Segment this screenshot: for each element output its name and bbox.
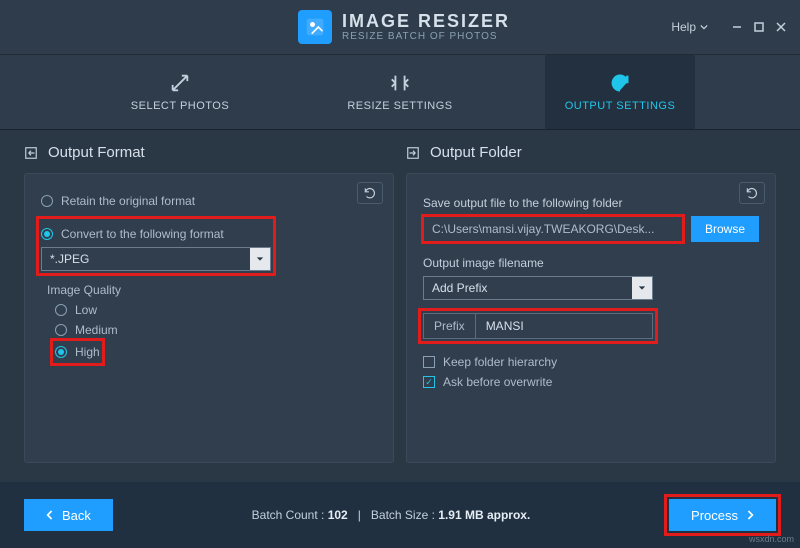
radio-quality-medium[interactable]: Medium [55,323,377,337]
checkbox-keep-hierarchy[interactable]: Keep folder hierarchy [423,355,759,369]
undo-icon [745,186,759,200]
tab-output-settings[interactable]: OUTPUT SETTINGS [545,55,695,129]
process-button[interactable]: Process [669,499,776,531]
radio-icon [55,324,67,336]
prefix-input[interactable]: MANSI [476,319,534,333]
save-to-label: Save output file to the following folder [423,196,759,210]
radio-icon [41,195,53,207]
checkbox-icon [423,356,435,368]
chevron-down-icon [632,277,652,299]
radio-convert-format[interactable]: Convert to the following format [41,227,271,241]
chevron-down-icon [250,248,270,270]
watermark: wsxdn.com [749,534,794,544]
tab-resize-settings[interactable]: RESIZE SETTINGS [325,55,475,129]
radio-quality-low[interactable]: Low [55,303,377,317]
chevron-left-icon [46,510,54,520]
output-path-input[interactable]: C:\Users\mansi.vijay.TWEAKORG\Desk... [423,216,683,242]
panel-title: Output Folder [430,144,522,161]
panel-title: Output Format [48,144,145,161]
chevron-right-icon [746,510,754,520]
reset-format-button[interactable] [357,182,383,204]
back-button[interactable]: Back [24,499,113,531]
export-icon [24,146,38,160]
logo-icon [298,10,332,44]
undo-icon [363,186,377,200]
footer-bar: Back Batch Count : 102 | Batch Size : 1.… [0,482,800,548]
reset-folder-button[interactable] [739,182,765,204]
app-title: IMAGE RESIZER [342,12,510,32]
browse-button[interactable]: Browse [691,216,759,242]
filename-mode-select[interactable]: Add Prefix [423,276,653,300]
filename-label: Output image filename [423,256,759,270]
output-format-panel: Output Format Retain the original format… [24,144,394,463]
batch-info: Batch Count : 102 | Batch Size : 1.91 MB… [113,508,669,522]
checkbox-icon: ✓ [423,376,435,388]
step-tabs: SELECT PHOTOS RESIZE SETTINGS OUTPUT SET… [0,54,800,130]
close-button[interactable] [770,16,792,38]
resize-icon [389,72,411,94]
checkbox-ask-overwrite[interactable]: ✓ Ask before overwrite [423,375,759,389]
radio-icon [55,304,67,316]
minimize-button[interactable] [726,16,748,38]
prefix-label: Prefix [424,314,476,338]
output-folder-panel: Output Folder Save output file to the fo… [406,144,776,463]
tab-select-photos[interactable]: SELECT PHOTOS [105,55,255,129]
app-logo: IMAGE RESIZER RESIZE BATCH OF PHOTOS [298,10,510,44]
app-subtitle: RESIZE BATCH OF PHOTOS [342,31,510,42]
radio-icon [55,346,67,358]
radio-quality-high[interactable]: High [55,345,100,359]
folder-export-icon [406,146,420,160]
prefix-input-row: Prefix MANSI [423,313,653,339]
titlebar: IMAGE RESIZER RESIZE BATCH OF PHOTOS Hel… [0,0,800,54]
radio-retain-format[interactable]: Retain the original format [41,194,377,208]
maximize-button[interactable] [748,16,770,38]
quality-label: Image Quality [47,283,377,297]
chevron-down-icon [700,23,708,31]
help-menu[interactable]: Help [671,20,708,34]
expand-icon [169,72,191,94]
radio-icon [41,228,53,240]
refresh-icon [609,72,631,94]
format-select[interactable]: *.JPEG [41,247,271,271]
